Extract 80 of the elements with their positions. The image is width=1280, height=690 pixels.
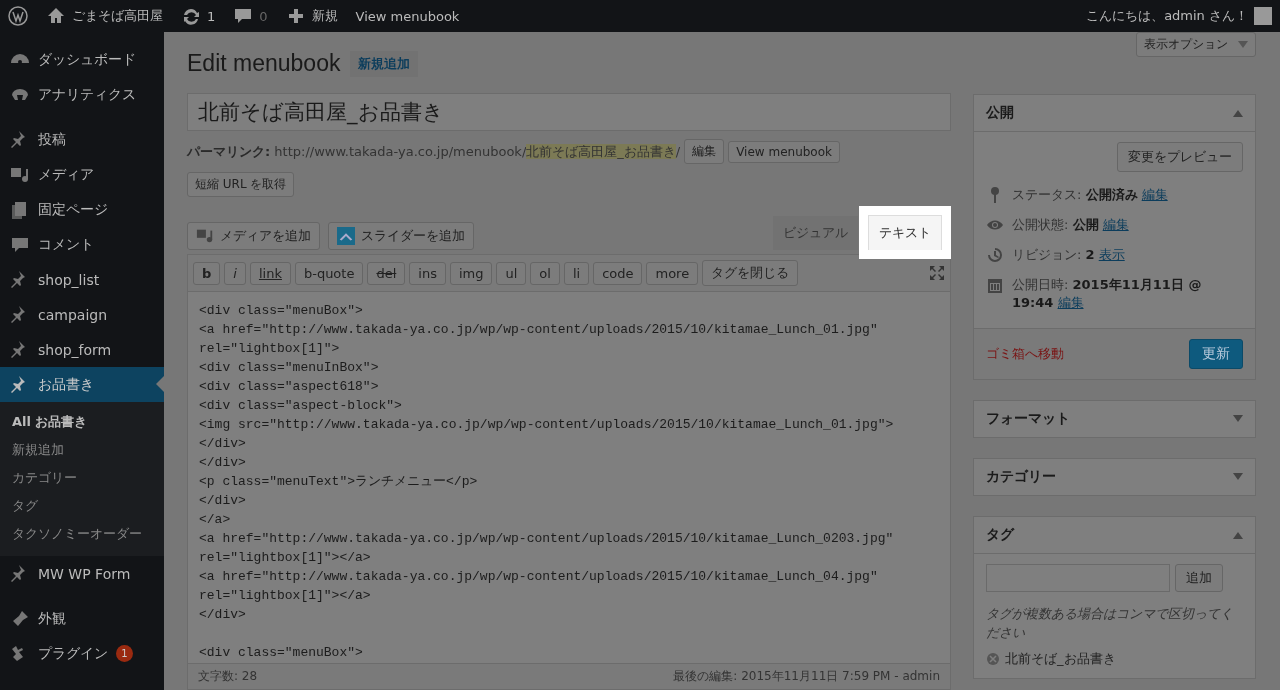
fullscreen-icon[interactable] [929,265,945,281]
sidebar-item[interactable]: メディア [0,157,164,192]
trash-link[interactable]: ゴミ箱へ移動 [986,345,1064,363]
sidebar-item[interactable]: shop_form [0,332,164,367]
quicktag-button[interactable]: link [249,261,291,285]
slider-icon [337,227,355,245]
sidebar-item[interactable]: プラグイン 1 [0,636,164,671]
add-media-button[interactable]: メディアを追加 [187,222,320,250]
page-title: Edit menubook [187,50,341,77]
home-icon[interactable] [46,6,66,26]
last-edited: 最後の編集: 2015年11月11日 7:59 PM - admin [673,668,940,685]
sidebar-item[interactable]: お品書き [0,367,164,402]
submenu-item[interactable]: All お品書き [0,408,164,436]
remove-icon[interactable] [986,652,1000,666]
site-name-link[interactable]: ごまそば高田屋 [72,7,163,25]
calendar-icon [986,276,1004,294]
sidebar-item[interactable]: campaign [0,297,164,332]
add-slider-button[interactable]: スライダーを追加 [328,222,474,250]
permalink-text: パーマリンク: http://www.takada-ya.co.jp/menubook/北前そば高田屋_お品書き/ [187,142,681,161]
sidebar-item[interactable]: 固定ページ [0,192,164,227]
sidebar-item[interactable]: ダッシュボード [0,42,164,77]
quicktag-button[interactable]: li [563,261,590,285]
wordpress-logo-icon[interactable] [8,6,28,26]
code-editor[interactable]: <div class="menuBox"> <a href="http://www.takada-ya.co.jp/wp/wp-content/uploads/2015/10/kitamae_Lunch_01.jpg" rel="lightbox[1]"> <div class="menuInBox"> <div class="aspect618"> <div class="aspect-block"> <img src="http://www.takada-ya.co.jp/wp/wp-content/uploads/2015/10/kitamae_Lunch_01.jpg"> </div> </div> <p class="menuText">ランチメニュー</p> </div> </a> <a href="http://www.takada-ya.co.jp/wp/wp-content/uploads/2015/10/kitamae_Lunch_0203.jpg" rel="lightbox[1]"></a> <a href="http://www.takada-ya.co.jp/wp/wp-content/uploads/2015/10/kitamae_Lunch_04.jpg" rel="lightbox[1]"></a> </div> <div class="menuBox"> [188,291,950,663]
sidebar-item[interactable]: アナリティクス [0,77,164,112]
quicktag-button[interactable]: del [367,261,406,285]
quicktag-button[interactable]: code [593,261,643,285]
edit-link[interactable]: 表示 [1098,247,1125,262]
quicktag-button[interactable]: b [193,261,221,285]
sidebar-item[interactable]: shop_list [0,262,164,297]
comments-count[interactable]: 0 [259,8,268,24]
panel-title: タグ [986,526,1014,544]
add-tag-button[interactable]: 追加 [1175,564,1223,592]
preview-button[interactable]: 変更をプレビュー [1117,142,1243,172]
submenu-item[interactable]: 新規追加 [0,436,164,464]
screen-options-button[interactable]: 表示オプション [1136,32,1256,57]
sidebar-item[interactable]: 外観 [0,601,164,636]
quicktag-button[interactable]: ul [496,261,527,285]
word-count: 文字数: 28 [198,668,258,685]
quicktag-button[interactable]: ol [530,261,560,285]
new-link[interactable]: 新規 [311,7,338,25]
tag-item: 北前そば_お品書き [1005,650,1116,668]
quicktag-button[interactable]: ins [409,261,446,285]
publish-info: 公開日時: 2015年11月11日 @ 19:44 編集 [1012,276,1203,312]
quicktag-button[interactable]: more [646,261,699,285]
quicktag-button[interactable]: i [224,261,246,285]
update-button[interactable]: 更新 [1189,339,1243,369]
update-badge: 1 [116,645,133,662]
permalink-button[interactable]: View menubook [728,140,840,163]
quicktag-button[interactable]: img [449,261,493,285]
updates-count[interactable]: 1 [207,8,216,24]
publish-info: 公開状態: 公開 編集 [1012,216,1129,234]
history-icon [986,246,1004,264]
comment-icon[interactable] [233,6,254,26]
quicktag-button[interactable]: タグを閉じる [702,260,799,286]
permalink-button[interactable]: 編集 [684,139,725,164]
panel-title: 公開 [986,104,1014,122]
edit-link[interactable]: 編集 [1102,217,1129,232]
sidebar-item[interactable]: MW WP Form [0,556,164,591]
publish-info: ステータス: 公開済み 編集 [1012,186,1168,204]
quicktag-button[interactable]: b-quote [294,261,364,285]
caret-icon [1238,40,1248,49]
add-new-button[interactable]: 新規追加 [350,50,419,77]
tag-hint: タグが複数ある場合はコンマで区切ってください [986,605,1234,642]
view-link[interactable]: View menubook [355,8,460,24]
panel-title: フォーマット [986,410,1070,428]
sidebar-item[interactable]: コメント [0,227,164,262]
submenu-item[interactable]: タクソノミーオーダー [0,520,164,548]
sidebar-item[interactable]: 投稿 [0,122,164,157]
permalink-button[interactable]: 短縮 URL を取得 [187,172,295,197]
edit-link[interactable]: 編集 [1141,187,1168,202]
submenu-item[interactable]: タグ [0,492,164,520]
panel-title: カテゴリー [986,468,1056,486]
refresh-icon[interactable] [181,6,201,26]
submenu-item[interactable]: カテゴリー [0,464,164,492]
greeting[interactable]: こんにちは、admin さん！ [1086,7,1248,25]
edit-link[interactable]: 編集 [1057,295,1084,310]
publish-info: リビジョン: 2 表示 [1012,246,1125,264]
media-icon [196,227,214,245]
post-title-field[interactable]: 北前そば高田屋_お品書き [187,93,951,131]
